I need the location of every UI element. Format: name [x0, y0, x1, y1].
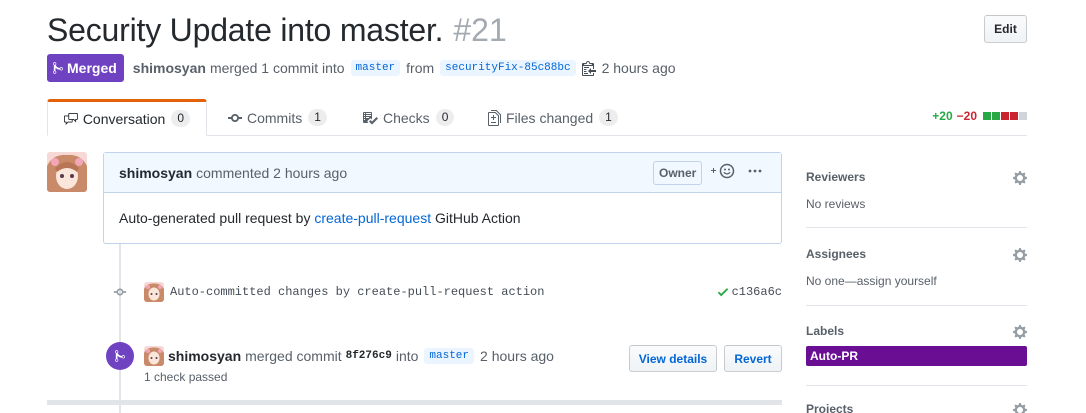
label-auto-pr[interactable]: Auto-PR — [806, 346, 1027, 366]
tab-counter: 1 — [599, 109, 618, 126]
pr-tabs: Conversation 0 Commits 1 Checks 0 Files … — [47, 99, 1027, 136]
comment-avatar[interactable] — [47, 152, 87, 192]
assignees-heading[interactable]: Assignees — [806, 247, 1027, 261]
comment-body: Auto-generated pull request by create-pu… — [104, 193, 781, 243]
base-branch[interactable]: master — [350, 60, 401, 76]
pr-number: #21 — [453, 11, 507, 48]
diffstat-block — [1001, 112, 1009, 120]
timeline-divider — [47, 400, 782, 405]
reviewers-heading[interactable]: Reviewers — [806, 170, 1027, 184]
diffstat-block — [1019, 112, 1027, 120]
tab-files-changed[interactable]: Files changed 1 — [488, 99, 618, 136]
comment-discussion-icon — [64, 112, 78, 125]
assignees-value[interactable]: No one—assign yourself — [806, 274, 1027, 288]
meta-author-link[interactable]: shimosyan — [133, 60, 206, 76]
meta-time: 2 hours ago — [601, 60, 676, 76]
state-label: Merged — [67, 60, 117, 76]
diffstat-block — [992, 112, 1000, 120]
gear-icon[interactable] — [1013, 324, 1027, 343]
file-diff-icon — [488, 109, 501, 126]
commit-status: c136a6c — [717, 285, 782, 299]
tab-label: Conversation — [82, 110, 166, 127]
checklist-icon — [363, 111, 378, 124]
comment-box: shimosyan commented 2 hours ago Owner Au… — [103, 152, 782, 244]
gear-icon[interactable] — [1013, 170, 1027, 189]
comment-body-prefix: Auto-generated pull request by — [119, 210, 315, 226]
merge-avatar[interactable] — [144, 346, 164, 366]
comment-header: shimosyan commented 2 hours ago Owner — [104, 153, 781, 193]
sidebar-projects: Projects — [806, 402, 1027, 413]
merge-event-badge — [106, 342, 134, 370]
comment-timestamp[interactable]: commented 2 hours ago — [196, 165, 347, 181]
tab-label: Files changed — [506, 109, 594, 126]
edit-button[interactable]: Edit — [984, 15, 1027, 43]
view-details-button[interactable]: View details — [629, 345, 717, 372]
diffstat-block — [1010, 112, 1018, 120]
owner-badge: Owner — [653, 161, 703, 185]
pr-title-row: Security Update into master. #21 — [47, 8, 507, 52]
additions-count: +20 — [932, 109, 953, 123]
tab-conversation[interactable]: Conversation 0 — [47, 99, 207, 136]
diffstat[interactable]: +20 −20 — [932, 109, 1027, 123]
check-icon[interactable] — [717, 285, 729, 299]
tab-commits[interactable]: Commits 1 — [228, 99, 327, 136]
revert-button[interactable]: Revert — [724, 345, 782, 372]
tab-counter: 0 — [171, 110, 190, 127]
head-branch[interactable]: securityFix-85c88bc — [440, 60, 576, 76]
meta-action: merged 1 commit into — [209, 60, 345, 76]
tab-counter: 1 — [308, 109, 327, 126]
commit-sha-link[interactable]: c136a6c — [732, 285, 782, 299]
git-merge-icon — [115, 350, 125, 362]
gear-icon[interactable] — [1013, 402, 1027, 413]
pr-title: Security Update into master. — [47, 11, 444, 48]
tab-checks[interactable]: Checks 0 — [362, 99, 455, 136]
commit-row: Auto-committed changes by create-pull-re… — [111, 281, 782, 303]
gear-icon[interactable] — [1013, 247, 1027, 266]
git-commit-icon — [111, 285, 129, 299]
comment-body-suffix: GitHub Action — [431, 210, 521, 226]
merged-state-badge: Merged — [47, 54, 124, 82]
pr-meta: Merged shimosyan merged 1 commit into ma… — [47, 54, 676, 82]
merge-branch[interactable]: master — [424, 348, 475, 364]
meta-from: from — [406, 60, 435, 76]
labels-heading[interactable]: Labels — [806, 324, 1027, 338]
timeline-line — [119, 244, 121, 413]
clippy-icon[interactable] — [581, 60, 596, 76]
git-merge-icon — [53, 62, 63, 74]
merge-into: into — [395, 348, 419, 364]
reviewers-value: No reviews — [806, 197, 866, 211]
commit-message-link[interactable]: Auto-committed changes by create-pull-re… — [170, 285, 544, 299]
kebab-horizontal-icon[interactable] — [748, 163, 762, 179]
merge-event-text: shimosyan merged commit 8f276c9 into mas… — [144, 346, 554, 366]
merge-time[interactable]: 2 hours ago — [480, 348, 554, 364]
merge-author-link[interactable]: shimosyan — [168, 348, 241, 364]
tab-label: Commits — [247, 109, 303, 126]
action-link[interactable]: create-pull-request — [314, 210, 431, 226]
smiley-plus-icon — [711, 163, 735, 179]
deletions-count: −20 — [956, 109, 977, 123]
diffstat-block — [983, 112, 991, 120]
diffstat-blocks — [982, 112, 1027, 120]
git-commit-icon — [228, 113, 242, 122]
commit-avatar[interactable] — [144, 282, 164, 302]
merge-sha-link[interactable]: 8f276c9 — [346, 350, 392, 362]
merge-action: merged commit — [245, 348, 342, 364]
tab-label: Checks — [383, 109, 430, 126]
tab-counter: 0 — [435, 109, 455, 126]
comment-author-link[interactable]: shimosyan — [119, 165, 192, 181]
sidebar-reviewers: Reviewers No reviews — [806, 170, 1027, 228]
sidebar-assignees: Assignees No one—assign yourself — [806, 247, 1027, 306]
checks-passed: 1 check passed — [144, 370, 228, 384]
sidebar-labels: Labels Auto-PR — [806, 324, 1027, 386]
add-reaction-button[interactable] — [710, 163, 736, 179]
projects-heading[interactable]: Projects — [806, 402, 1027, 413]
